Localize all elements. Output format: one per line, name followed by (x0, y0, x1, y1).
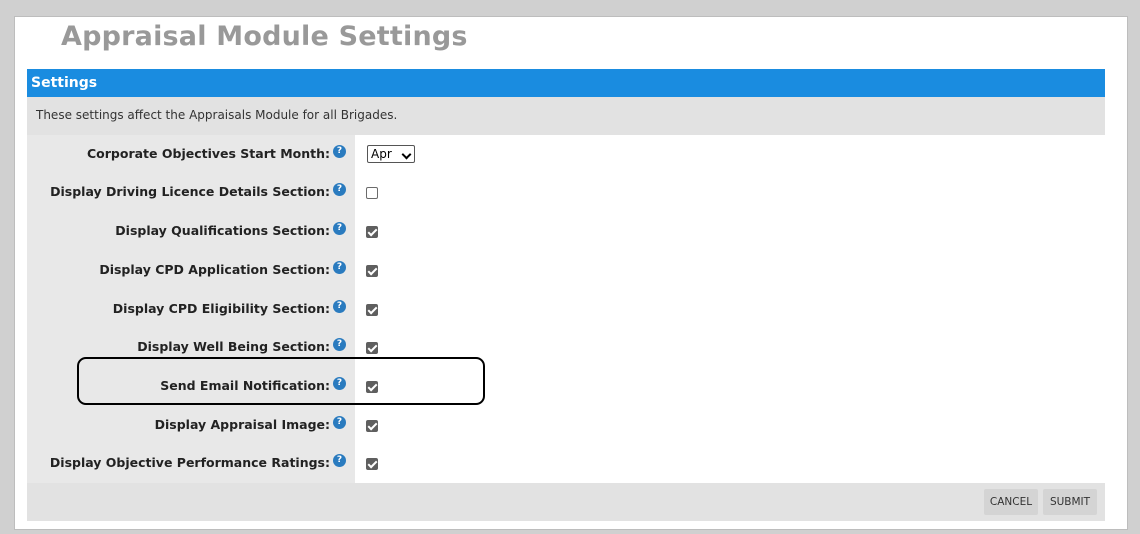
setting-label: Display CPD Application Section: (99, 262, 330, 277)
help-icon[interactable]: ? (333, 261, 346, 274)
section-description: These settings affect the Appraisals Mod… (27, 97, 1105, 135)
setting-row-qualifications: Display Qualifications Section: ? (27, 212, 1105, 250)
start-month-select[interactable]: Apr (367, 145, 415, 163)
setting-row-well-being: Display Well Being Section: ? (27, 328, 1105, 366)
help-icon[interactable]: ? (333, 416, 346, 429)
driving-licence-checkbox[interactable] (366, 187, 378, 199)
setting-row-driving-licence: Display Driving Licence Details Section:… (27, 173, 1105, 211)
setting-row-cpd-application: Display CPD Application Section: ? (27, 251, 1105, 289)
setting-label: Display Well Being Section: (137, 339, 330, 354)
send-email-notification-checkbox[interactable] (366, 381, 378, 393)
well-being-checkbox[interactable] (366, 342, 378, 354)
help-icon[interactable]: ? (333, 145, 346, 158)
setting-label: Display Driving Licence Details Section: (50, 184, 330, 199)
setting-row-objective-performance-ratings: Display Objective Performance Ratings: ? (27, 444, 1105, 482)
setting-label: Display Appraisal Image: (154, 417, 330, 432)
objective-performance-ratings-checkbox[interactable] (366, 458, 378, 470)
help-icon[interactable]: ? (333, 377, 346, 390)
setting-label: Corporate Objectives Start Month: (87, 146, 330, 161)
start-month-value: Apr (371, 147, 392, 161)
submit-button[interactable]: SUBMIT (1043, 489, 1097, 515)
setting-label: Display Objective Performance Ratings: (49, 455, 330, 470)
help-icon[interactable]: ? (333, 222, 346, 235)
cpd-eligibility-checkbox[interactable] (366, 304, 378, 316)
settings-panel: Appraisal Module Settings Settings These… (14, 16, 1128, 530)
settings-form: Corporate Objectives Start Month: ? Apr … (27, 135, 1105, 483)
qualifications-checkbox[interactable] (366, 226, 378, 238)
setting-row-corporate-objectives-start-month: Corporate Objectives Start Month: ? Apr (27, 135, 1105, 173)
chevron-down-icon (401, 149, 412, 160)
form-footer: CANCEL SUBMIT (27, 483, 1105, 521)
setting-row-send-email-notification: Send Email Notification: ? (27, 367, 1105, 405)
help-icon[interactable]: ? (333, 300, 346, 313)
cancel-button[interactable]: CANCEL (984, 489, 1038, 515)
setting-label: Send Email Notification: (160, 378, 330, 393)
appraisal-image-checkbox[interactable] (366, 420, 378, 432)
help-icon[interactable]: ? (333, 338, 346, 351)
setting-label: Display CPD Eligibility Section: (112, 301, 330, 316)
help-icon[interactable]: ? (333, 183, 346, 196)
section-header: Settings (27, 69, 1105, 97)
setting-row-appraisal-image: Display Appraisal Image: ? (27, 406, 1105, 444)
page-title: Appraisal Module Settings (61, 21, 468, 52)
help-icon[interactable]: ? (333, 454, 346, 467)
setting-label: Display Qualifications Section: (115, 223, 330, 238)
cpd-application-checkbox[interactable] (366, 265, 378, 277)
setting-row-cpd-eligibility: Display CPD Eligibility Section: ? (27, 290, 1105, 328)
